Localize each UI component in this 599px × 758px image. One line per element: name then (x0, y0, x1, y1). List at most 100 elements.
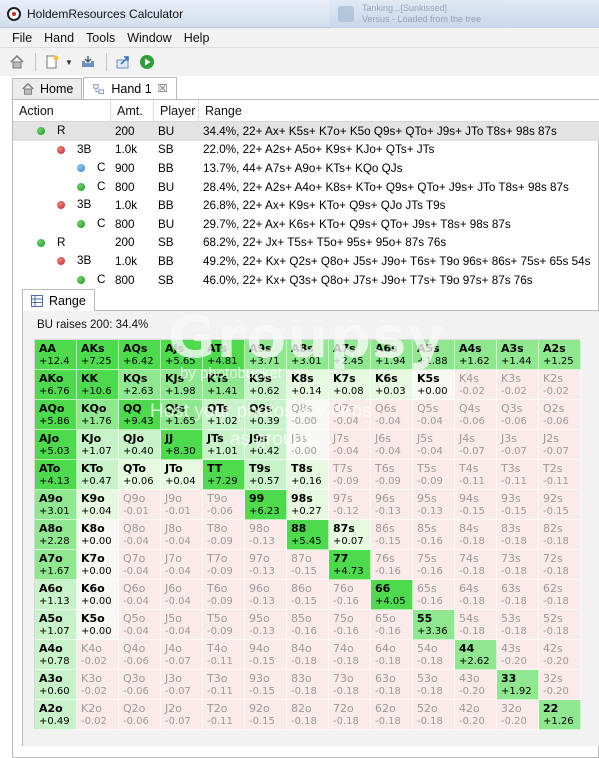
hand-cell[interactable]: 54o -0.18 (413, 640, 455, 670)
hand-cell[interactable]: J2o -0.07 (161, 700, 203, 730)
hand-cell[interactable]: 94o -0.15 (245, 640, 287, 670)
hand-cell[interactable]: Q7s -0.04 (329, 400, 371, 430)
hand-cell[interactable]: T3s -0.11 (497, 460, 539, 490)
hand-cell[interactable]: 85s -0.16 (413, 520, 455, 550)
hand-cell[interactable]: Q9o -0.01 (119, 490, 161, 520)
hand-cell[interactable]: QTo +0.06 (119, 460, 161, 490)
hand-cell[interactable]: TT +7.29 (203, 460, 245, 490)
hand-cell[interactable]: A2o +0.49 (35, 700, 77, 730)
hand-cell[interactable]: AJs +5.65 (161, 340, 203, 370)
hand-cell[interactable]: K6s +0.03 (371, 370, 413, 400)
hand-cell[interactable]: Q2o -0.06 (119, 700, 161, 730)
hand-cell[interactable]: 86o -0.15 (287, 580, 329, 610)
hand-cell[interactable]: A5s +1.88 (413, 340, 455, 370)
hand-cell[interactable]: KJs +1.98 (161, 370, 203, 400)
hand-cell[interactable]: 92s -0.15 (539, 490, 581, 520)
hand-cell[interactable]: 96o -0.13 (245, 580, 287, 610)
menu-hand[interactable]: Hand (38, 31, 80, 45)
hand-cell[interactable]: T6o -0.09 (203, 580, 245, 610)
hand-cell[interactable]: 52s -0.18 (539, 610, 581, 640)
hand-cell[interactable]: Q3s -0.06 (497, 400, 539, 430)
hand-cell[interactable]: A4s +1.62 (455, 340, 497, 370)
table-row[interactable]: C 800 SB 46.0%, 22+ Kx+ Q3s+ Q8o+ J7s+ J9o+… (13, 271, 599, 290)
hand-cell[interactable]: J7o -0.04 (161, 550, 203, 580)
hand-cell[interactable]: 83s -0.18 (497, 520, 539, 550)
tab-home[interactable]: Home (12, 78, 83, 99)
column-header-player[interactable]: Player (154, 100, 199, 121)
hand-cell[interactable]: 84o -0.18 (287, 640, 329, 670)
hand-cell[interactable]: Q4o -0.06 (119, 640, 161, 670)
hand-cell[interactable]: T9o -0.06 (203, 490, 245, 520)
hand-cell[interactable]: 98s +0.27 (287, 490, 329, 520)
hand-cell[interactable]: 66 +4.05 (371, 580, 413, 610)
hand-cell[interactable]: J9s +0.42 (245, 430, 287, 460)
hand-cell[interactable]: A4o +0.78 (35, 640, 77, 670)
chevron-down-icon[interactable]: ▼ (65, 58, 73, 67)
hand-cell[interactable]: T7s -0.09 (329, 460, 371, 490)
home-button[interactable] (6, 51, 28, 73)
hand-cell[interactable]: ATs +4.81 (203, 340, 245, 370)
hand-cell[interactable]: KQs +2.63 (119, 370, 161, 400)
hand-cell[interactable]: 95o -0.13 (245, 610, 287, 640)
hand-cell[interactable]: T5o -0.09 (203, 610, 245, 640)
hand-cell[interactable]: T4o -0.11 (203, 640, 245, 670)
hand-cell[interactable]: 94s -0.15 (455, 490, 497, 520)
hand-cell[interactable]: KK +10.6 (77, 370, 119, 400)
hand-cell[interactable]: Q5s -0.04 (413, 400, 455, 430)
hand-cell[interactable]: AKo +6.76 (35, 370, 77, 400)
hand-cell[interactable]: J6s -0.04 (371, 430, 413, 460)
tab-range[interactable]: Range (22, 289, 95, 312)
hand-cell[interactable]: Q7o -0.04 (119, 550, 161, 580)
hand-cell[interactable]: KJo +1.07 (77, 430, 119, 460)
hand-cell[interactable]: 54s -0.18 (455, 610, 497, 640)
hand-cell[interactable]: T5s -0.09 (413, 460, 455, 490)
hand-cell[interactable]: A6s +1.94 (371, 340, 413, 370)
hand-cell[interactable]: K9o +0.04 (77, 490, 119, 520)
hand-cell[interactable]: J5s -0.04 (413, 430, 455, 460)
hand-cell[interactable]: J3o -0.07 (161, 670, 203, 700)
table-row[interactable]: R 200 BU 34.4%, 22+ Ax+ K5s+ K7o+ K5o Q9s+ … (13, 122, 599, 141)
hand-cell[interactable]: 63o -0.18 (371, 670, 413, 700)
hand-cell[interactable]: AA +12.4 (35, 340, 77, 370)
table-row[interactable]: 3B 1.0k BB 49.2%, 22+ Kx+ Q2s+ Q8o+ J5s+ J9… (13, 252, 599, 271)
hand-cell[interactable]: 77 +4.73 (329, 550, 371, 580)
hand-cell[interactable]: K5s +0.00 (413, 370, 455, 400)
hand-cell[interactable]: 76o -0.16 (329, 580, 371, 610)
table-row[interactable]: 3B 1.0k SB 22.0%, 22+ A2s+ A5o+ K9s+ KJo+ Q… (13, 141, 599, 160)
hand-cell[interactable]: K9s +0.62 (245, 370, 287, 400)
hand-cell[interactable]: 86s -0.15 (371, 520, 413, 550)
hand-cell[interactable]: 93o -0.15 (245, 670, 287, 700)
hand-cell[interactable]: 73s -0.18 (497, 550, 539, 580)
hand-cell[interactable]: 62o -0.18 (371, 700, 413, 730)
hand-cell[interactable]: K7s +0.08 (329, 370, 371, 400)
hand-cell[interactable]: 44 +2.62 (455, 640, 497, 670)
hand-cell[interactable]: J9o -0.01 (161, 490, 203, 520)
close-icon[interactable]: ☒ (158, 82, 168, 95)
hand-cell[interactable]: K3s -0.02 (497, 370, 539, 400)
table-row[interactable]: C 800 BU 29.7%, 22+ Ax+ K6s+ KTo+ Q9s+ QTo+… (13, 215, 599, 234)
hand-cell[interactable]: 53s -0.18 (497, 610, 539, 640)
hand-cell[interactable]: 84s -0.18 (455, 520, 497, 550)
hand-cell[interactable]: 83o -0.18 (287, 670, 329, 700)
hand-cell[interactable]: A7s +2.45 (329, 340, 371, 370)
hand-cell[interactable]: KTo +0.47 (77, 460, 119, 490)
hand-cell[interactable]: AJo +5.03 (35, 430, 77, 460)
hand-cell[interactable]: A2s +1.25 (539, 340, 581, 370)
hand-cell[interactable]: J7s -0.04 (329, 430, 371, 460)
hand-cell[interactable]: 52o -0.18 (413, 700, 455, 730)
hand-cell[interactable]: A9o +3.01 (35, 490, 77, 520)
menu-window[interactable]: Window (121, 31, 177, 45)
hand-cell[interactable]: 95s -0.13 (413, 490, 455, 520)
hand-cell[interactable]: 98o -0.13 (245, 520, 287, 550)
hand-cell[interactable]: 87s +0.07 (329, 520, 371, 550)
hand-cell[interactable]: AKs +7.25 (77, 340, 119, 370)
hand-cell[interactable]: A5o +1.07 (35, 610, 77, 640)
column-header-action[interactable]: Action (13, 100, 111, 121)
hand-cell[interactable]: 64s -0.18 (455, 580, 497, 610)
hand-cell[interactable]: A3s +1.44 (497, 340, 539, 370)
table-row[interactable]: C 900 BB 13.7%, 44+ A7s+ A9o+ KTs+ KQo QJs (13, 159, 599, 178)
hand-cell[interactable]: 74s -0.18 (455, 550, 497, 580)
hand-cell[interactable]: 72o -0.18 (329, 700, 371, 730)
hand-cell[interactable]: A8o +2.28 (35, 520, 77, 550)
table-row[interactable]: R 200 SB 68.2%, 22+ Jx+ T5s+ T5o+ 95s+ 95o+… (13, 234, 599, 253)
